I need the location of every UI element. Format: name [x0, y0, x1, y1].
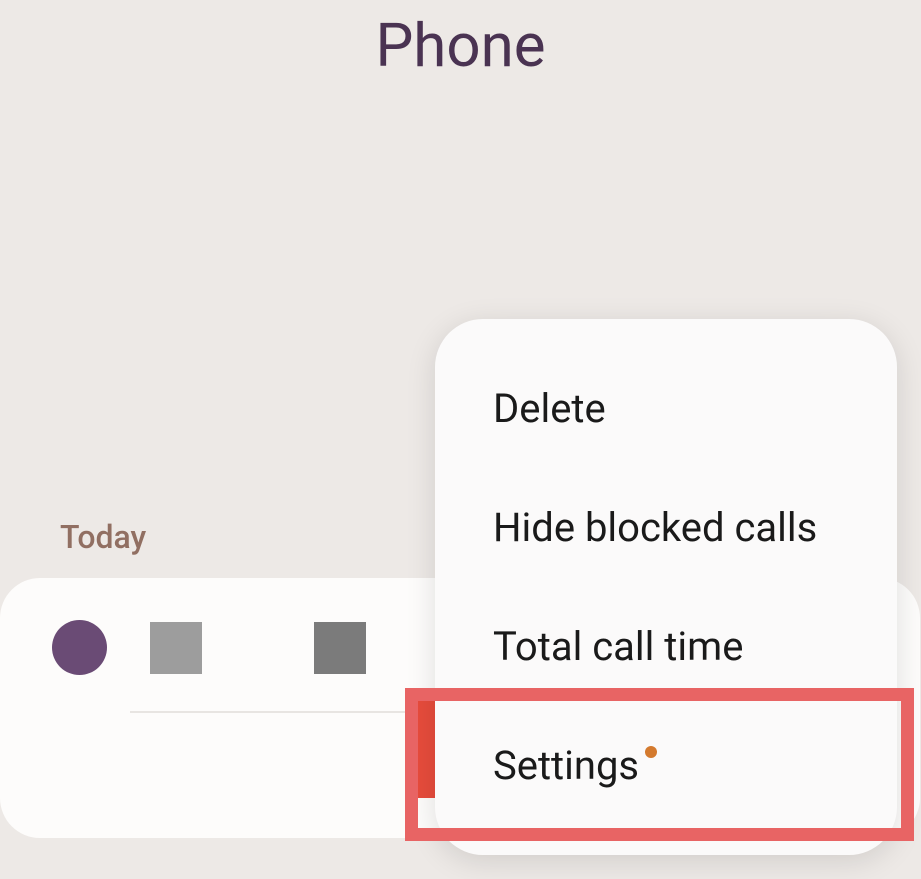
section-today-label: Today [60, 518, 146, 556]
menu-item-settings-label: Settings [493, 742, 639, 789]
redacted-block [150, 622, 202, 674]
menu-item-delete[interactable]: Delete [435, 349, 897, 468]
notification-dot-icon [645, 746, 657, 758]
overflow-menu: Delete Hide blocked calls Total call tim… [435, 319, 897, 855]
menu-item-total-call-time[interactable]: Total call time [435, 587, 897, 706]
page-title: Phone [0, 0, 921, 81]
menu-item-settings[interactable]: Settings [435, 706, 897, 825]
contact-avatar [52, 620, 107, 675]
menu-item-hide-blocked[interactable]: Hide blocked calls [435, 468, 897, 587]
redacted-block [314, 622, 366, 674]
row-divider [130, 711, 430, 713]
red-accent [412, 698, 436, 798]
